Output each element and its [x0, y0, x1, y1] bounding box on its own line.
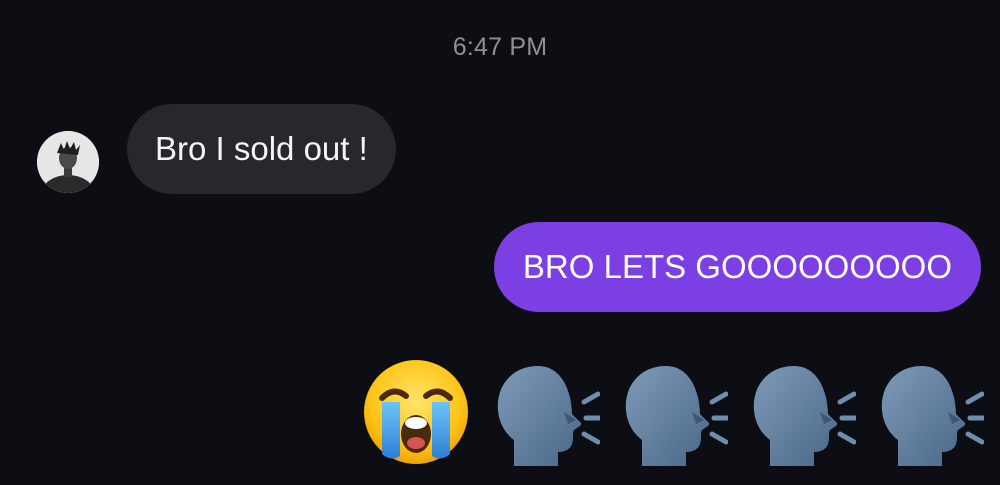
loudly-crying-face-icon [364, 360, 468, 464]
speaking-head-icon [625, 366, 728, 466]
avatar[interactable] [37, 131, 99, 193]
speaking-head-icon [881, 366, 984, 466]
emoji-message[interactable] [360, 356, 984, 468]
incoming-message-bubble[interactable]: Bro I sold out ! [127, 104, 396, 194]
speaking-head-icon [753, 366, 856, 466]
outgoing-message-bubble[interactable]: BRO LETS GOOOOOOOOO [493, 222, 981, 312]
message-timestamp: 6:47 PM [452, 33, 548, 61]
avatar-photo-icon [37, 131, 99, 193]
speaking-head-icon [497, 366, 600, 466]
